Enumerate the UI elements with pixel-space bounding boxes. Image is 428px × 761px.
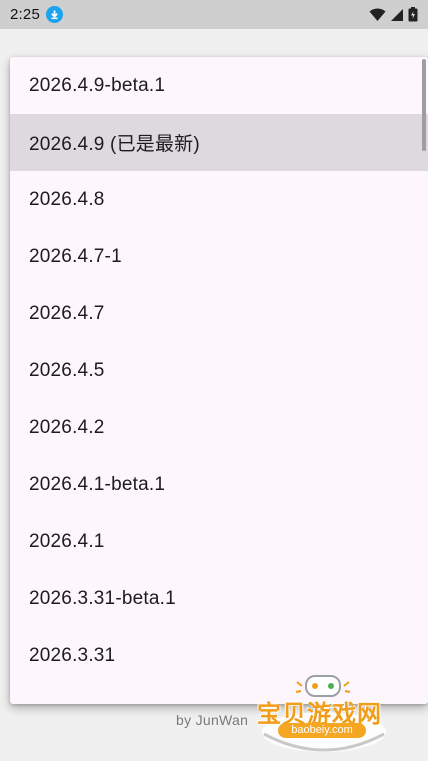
status-bar: 2:25 — [0, 0, 428, 29]
status-time: 2:25 — [10, 6, 40, 23]
menu-scrollbar[interactable] — [422, 59, 426, 151]
status-icons — [369, 7, 418, 22]
watermark-logo: 宝贝游戏网 baobeiy.com — [252, 674, 396, 754]
version-option[interactable]: 2026.4.5 — [10, 342, 428, 399]
version-option[interactable]: 2026.4.2 — [10, 399, 428, 456]
version-dropdown-menu[interactable]: 2026.4.9-beta.1 2026.4.9 (已是最新) 2026.4.8 20… — [10, 57, 428, 704]
version-option[interactable]: 2026.4.7 — [10, 285, 428, 342]
battery-icon — [408, 7, 418, 22]
download-icon — [46, 6, 63, 23]
version-option[interactable]: 2026.4.9-beta.1 — [10, 57, 428, 114]
version-option[interactable]: 2026.4.9 (已是最新) — [10, 114, 428, 171]
version-list: 2026.4.9-beta.1 2026.4.9 (已是最新) 2026.4.8 20… — [10, 57, 428, 684]
version-option[interactable]: 2026.4.8 — [10, 171, 428, 228]
signal-icon — [391, 8, 403, 21]
watermark-url: baobeiy.com — [278, 723, 366, 738]
wifi-icon — [369, 7, 386, 21]
version-option[interactable]: 2026.4.7-1 — [10, 228, 428, 285]
author-credit: by JunWan — [176, 712, 249, 728]
version-option[interactable]: 2026.4.1-beta.1 — [10, 456, 428, 513]
version-option[interactable]: 2026.3.31-beta.1 — [10, 570, 428, 627]
version-option[interactable]: 2026.4.1 — [10, 513, 428, 570]
